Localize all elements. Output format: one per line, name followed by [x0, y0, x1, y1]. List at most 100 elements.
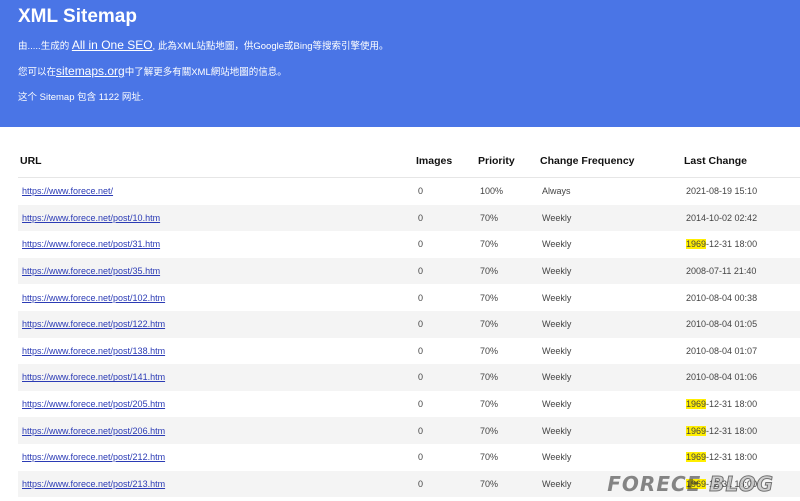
images-cell: 0	[414, 337, 476, 365]
frequency-cell: Weekly	[538, 417, 682, 444]
last-change-cell: 2010-08-04 01:05	[682, 310, 800, 338]
url-count-line: 这个 Sitemap 包含 1122 网址.	[18, 92, 144, 103]
table-row: https://www.forece.net/post/122.htm 0 70% W…	[18, 310, 800, 338]
aioseo-link[interactable]: All in One SEO	[72, 38, 153, 52]
url-cell: https://www.forece.net/post/206.htm	[18, 417, 414, 444]
column-header-change-frequency[interactable]: Change Frequency	[538, 145, 682, 178]
frequency-cell: Weekly	[538, 257, 682, 285]
table-row: https://www.forece.net/post/205.htm 0 70% W…	[18, 390, 800, 418]
column-header-priority[interactable]: Priority	[476, 145, 538, 178]
table-row: https://www.forece.net/post/206.htm 0 70% W…	[18, 417, 800, 444]
generator-prefix: 由.....生成的	[18, 41, 72, 52]
images-cell: 0	[414, 443, 476, 471]
priority-cell: 70%	[476, 390, 538, 418]
url-link[interactable]: https://www.forece.net/post/122.htm	[22, 319, 165, 329]
column-header-url[interactable]: URL	[18, 145, 414, 178]
table-row: https://www.forece.net/post/10.htm 0 70% We…	[18, 204, 800, 232]
url-link[interactable]: https://www.forece.net/post/206.htm	[22, 426, 165, 436]
frequency-cell: Weekly	[538, 364, 682, 391]
url-cell: https://www.forece.net/post/31.htm	[18, 231, 414, 258]
last-change-cell: 1969-12-31 18:00	[682, 231, 800, 258]
priority-cell: 70%	[476, 364, 538, 391]
generator-line: 由.....生成的 All in One SEO, 此為XML站點地圖，供Goo…	[18, 38, 389, 52]
table-row: https://www.forece.net/post/138.htm 0 70% W…	[18, 337, 800, 365]
priority-cell: 70%	[476, 337, 538, 365]
url-link[interactable]: https://www.forece.net/post/102.htm	[22, 293, 165, 303]
last-change-cell: 2021-08-19 15:10	[682, 178, 800, 205]
url-cell: https://www.forece.net/post/205.htm	[18, 390, 414, 418]
table-row: https://www.forece.net/post/141.htm 0 70% W…	[18, 364, 800, 391]
images-cell: 0	[414, 417, 476, 444]
watermark-logo: FORECE BLOG	[607, 472, 774, 497]
frequency-cell: Weekly	[538, 284, 682, 311]
priority-cell: 70%	[476, 310, 538, 338]
priority-cell: 70%	[476, 417, 538, 444]
table-body: https://www.forece.net/0 100% Always 2021-0…	[18, 178, 800, 498]
info-line: 您可以在sitemaps.org中了解更多有關XML網站地圖的信息。	[18, 64, 287, 78]
url-link[interactable]: https://www.forece.net/post/205.htm	[22, 399, 165, 409]
column-header-images[interactable]: Images	[414, 145, 476, 178]
frequency-cell: Weekly	[538, 310, 682, 338]
images-cell: 0	[414, 178, 476, 205]
last-change-datetime: -08-19 15:10	[706, 186, 758, 197]
last-change-year: 1969	[686, 425, 707, 436]
sitemaps-org-link[interactable]: sitemaps.org	[56, 64, 125, 78]
generator-suffix: , 此為XML站點地圖，供Google或Bing等搜索引擎使用。	[152, 41, 389, 52]
last-change-datetime: -08-04 01:07	[706, 345, 758, 356]
frequency-cell: Weekly	[538, 390, 682, 418]
sitemap-table: URL Images Priority Change Frequency Las…	[18, 145, 800, 498]
last-change-datetime: -08-04 01:06	[706, 372, 758, 383]
last-change-cell: 2010-08-04 00:38	[682, 284, 800, 311]
last-change-datetime: -12-31 18:00	[706, 399, 758, 410]
priority-cell: 70%	[476, 204, 538, 232]
url-link[interactable]: https://www.forece.net/post/213.htm	[22, 479, 165, 489]
table-row: https://www.forece.net/post/102.htm 0 70% W…	[18, 284, 800, 311]
url-link[interactable]: https://www.forece.net/post/35.htm	[22, 266, 160, 276]
url-cell: https://www.forece.net/post/102.htm	[18, 284, 414, 311]
table-row: https://www.forece.net/0 100% Always 2021-0…	[18, 178, 800, 205]
last-change-cell: 2008-07-11 21:40	[682, 257, 800, 285]
last-change-cell: 1969-12-31 18:00	[682, 443, 800, 471]
priority-cell: 70%	[476, 257, 538, 285]
url-link[interactable]: https://www.forece.net/post/10.htm	[22, 213, 160, 223]
url-link[interactable]: https://www.forece.net/post/212.htm	[22, 452, 165, 462]
last-change-year: 2010	[686, 345, 707, 356]
images-cell: 0	[414, 310, 476, 338]
url-link[interactable]: https://www.forece.net/	[22, 186, 113, 196]
last-change-cell: 1969-12-31 18:00	[682, 390, 800, 418]
info-prefix: 您可以在	[18, 67, 57, 78]
frequency-cell: Weekly	[538, 231, 682, 258]
url-cell: https://www.forece.net/	[18, 178, 414, 205]
url-link[interactable]: https://www.forece.net/post/31.htm	[22, 239, 160, 249]
frequency-cell: Always	[538, 178, 682, 205]
priority-cell: 70%	[476, 470, 538, 498]
images-cell: 0	[414, 390, 476, 418]
url-cell: https://www.forece.net/post/213.htm	[18, 470, 414, 498]
column-header-last-change[interactable]: Last Change	[682, 145, 800, 178]
url-cell: https://www.forece.net/post/10.htm	[18, 204, 414, 232]
images-cell: 0	[414, 284, 476, 311]
last-change-datetime: -08-04 00:38	[706, 292, 758, 303]
priority-cell: 70%	[476, 284, 538, 311]
last-change-year: 1969	[686, 452, 707, 463]
frequency-cell: Weekly	[538, 337, 682, 365]
info-suffix: 中了解更多有關XML網站地圖的信息。	[124, 67, 287, 78]
page-title: XML Sitemap	[18, 6, 137, 27]
last-change-datetime: -12-31 18:00	[706, 452, 758, 463]
url-cell: https://www.forece.net/post/212.htm	[18, 443, 414, 471]
last-change-datetime: -12-31 18:00	[706, 239, 758, 250]
page-header: XML Sitemap 由.....生成的 All in One SEO, 此為…	[0, 0, 800, 127]
table-row: https://www.forece.net/post/212.htm 0 70% W…	[18, 443, 800, 471]
sitemap-table-container: URL Images Priority Change Frequency Las…	[18, 145, 800, 498]
url-link[interactable]: https://www.forece.net/post/138.htm	[22, 346, 165, 356]
last-change-year: 2010	[686, 292, 707, 303]
last-change-cell: 2014-10-02 02:42	[682, 204, 800, 232]
url-link[interactable]: https://www.forece.net/post/141.htm	[22, 372, 165, 382]
table-row: https://www.forece.net/post/31.htm 0 70% We…	[18, 231, 800, 258]
last-change-year: 2021	[686, 186, 707, 197]
priority-cell: 70%	[476, 443, 538, 471]
images-cell: 0	[414, 231, 476, 258]
priority-cell: 100%	[476, 178, 538, 205]
last-change-year: 2010	[686, 319, 707, 330]
last-change-cell: 1969-12-31 18:00	[682, 417, 800, 444]
